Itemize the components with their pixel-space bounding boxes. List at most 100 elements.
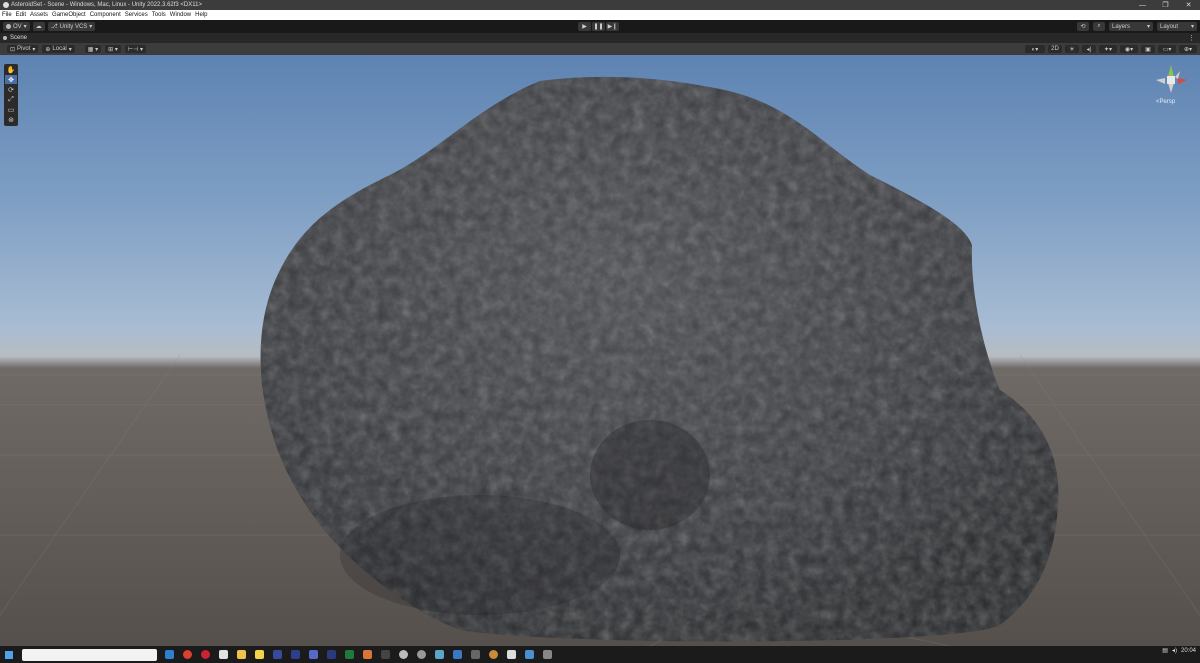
more-options-icon[interactable]: ⋮	[1188, 34, 1195, 42]
app-icon[interactable]	[219, 650, 228, 659]
perspective-label[interactable]: <Persp	[1156, 99, 1175, 105]
scene-camera-button[interactable]: ▣	[1141, 45, 1155, 53]
camera-icon: ▣	[1145, 46, 1151, 53]
menu-file[interactable]: File	[2, 12, 12, 18]
maximize-button[interactable]: ❐	[1154, 0, 1177, 10]
globe-icon: ⊕▾	[1183, 46, 1193, 53]
clock[interactable]: 20:04	[1181, 648, 1196, 654]
orientation-gizmo[interactable]: <Persp	[1150, 61, 1192, 109]
tab-scene[interactable]: Scene	[10, 35, 27, 41]
app-icon[interactable]	[273, 650, 282, 659]
ruler-icon: ⊢⊣ ▾	[127, 46, 143, 53]
folder-icon[interactable]	[237, 650, 246, 659]
mode-2d-label: 2D	[1051, 46, 1059, 52]
menu-edit[interactable]: Edit	[16, 12, 26, 18]
start-button[interactable]	[0, 646, 18, 663]
chevron-down-icon: ▾	[1190, 24, 1194, 30]
layers-dropdown[interactable]: Layers ▾	[1109, 22, 1153, 31]
taskbar-apps	[165, 650, 552, 659]
minimize-button[interactable]: —	[1131, 0, 1154, 10]
menu-assets[interactable]: Assets	[30, 12, 48, 18]
layout-dropdown[interactable]: Layout ▾	[1157, 22, 1197, 31]
gizmos-dropdown[interactable]: ▭▾	[1158, 45, 1176, 53]
playback-controls: ▶ ❚❚ ▶❙	[578, 22, 619, 31]
audio-toggle[interactable]: ◂)	[1082, 45, 1096, 53]
search-icon: ⌕	[1097, 23, 1101, 29]
local-dropdown[interactable]: ⊕ Local ▾	[42, 45, 75, 53]
menu-gameobject[interactable]: GameObject	[52, 12, 86, 18]
play-icon: ▶	[582, 24, 587, 30]
snap-icon: ⊞ ▾	[108, 46, 118, 53]
pivot-dropdown[interactable]: ⊡ Pivot ▾	[7, 45, 39, 53]
menu-component[interactable]: Component	[90, 12, 121, 18]
scene-tab-bar: Scene ⋮	[0, 33, 1200, 43]
scale-tool-icon[interactable]: ⤢	[5, 95, 17, 104]
account-icon	[6, 24, 11, 29]
volume-icon[interactable]: ◂)	[1172, 647, 1177, 654]
effects-icon: ✦▾	[1103, 46, 1113, 53]
unity-taskbar-icon[interactable]	[525, 650, 534, 659]
main-toolbar: OV ▾ ☁ ⎇ Unity VCS ▾ ▶ ❚❚ ▶❙ ⟲ ⌕ Layers …	[0, 20, 1200, 33]
local-label: Local	[52, 46, 67, 52]
network-icon[interactable]: ▤	[1162, 647, 1168, 654]
draw-mode-dropdown[interactable]: ◐▾	[1025, 45, 1045, 53]
increment-snap[interactable]: ⊢⊣ ▾	[124, 45, 146, 53]
cloud-button[interactable]: ☁	[32, 22, 45, 31]
hand-tool-icon[interactable]: ✋	[5, 65, 17, 74]
app-icon[interactable]	[381, 650, 390, 659]
toggle-2d-button[interactable]: 2D	[1048, 45, 1062, 53]
history-icon: ⟲	[1080, 24, 1086, 30]
menu-window[interactable]: Window	[170, 12, 191, 18]
move-tool-icon[interactable]: ✥	[5, 75, 17, 84]
play-button[interactable]: ▶	[578, 22, 591, 31]
account-button[interactable]: OV ▾	[3, 22, 30, 31]
app-icon[interactable]	[471, 650, 480, 659]
scene-viewport[interactable]: ✋ ✥ ⟳ ⤢ ▭ ⊛ <Persp	[0, 55, 1200, 646]
app-icon[interactable]	[507, 650, 516, 659]
vcs-icon: ⎇	[50, 24, 58, 30]
tools-overlay-dropdown[interactable]: ⊕▾	[1179, 45, 1197, 53]
close-button[interactable]: ✕	[1177, 0, 1200, 10]
menu-tools[interactable]: Tools	[152, 12, 166, 18]
taskbar-search-box[interactable]	[22, 648, 157, 661]
app-icon[interactable]	[327, 650, 336, 659]
rotate-tool-icon[interactable]: ⟳	[5, 85, 17, 94]
step-button[interactable]: ▶❙	[606, 22, 619, 31]
chrome-icon[interactable]	[183, 650, 192, 659]
layers-label: Layers	[1112, 23, 1131, 30]
grid-toggle[interactable]: ▦ ▾	[84, 45, 102, 53]
app-icon[interactable]	[435, 650, 444, 659]
account-label: OV	[13, 23, 22, 30]
app-icon[interactable]	[489, 650, 498, 659]
app-icon[interactable]	[255, 650, 264, 659]
opera-icon[interactable]	[201, 650, 210, 659]
snap-toggle[interactable]: ⊞ ▾	[105, 45, 121, 53]
visibility-dropdown[interactable]: ◉▾	[1120, 45, 1138, 53]
app-icon[interactable]	[363, 650, 372, 659]
menu-help[interactable]: Help	[195, 12, 207, 18]
menu-services[interactable]: Services	[125, 12, 148, 18]
pivot-label: Pivot	[17, 46, 31, 52]
chevron-down-icon: ▾	[68, 46, 72, 53]
app-icon[interactable]	[453, 650, 462, 659]
search-button[interactable]: ⌕	[1093, 22, 1105, 31]
effects-dropdown[interactable]: ✦▾	[1099, 45, 1117, 53]
chevron-down-icon: ▾	[32, 46, 36, 53]
pause-button[interactable]: ❚❚	[592, 22, 605, 31]
app-icon[interactable]	[345, 650, 354, 659]
app-icon[interactable]	[543, 650, 552, 659]
app-icon[interactable]	[417, 650, 426, 659]
vcs-button[interactable]: ⎇ Unity VCS ▾	[47, 22, 96, 31]
app-icon[interactable]	[291, 650, 300, 659]
transform-tool-icon[interactable]: ⊛	[5, 115, 17, 124]
history-button[interactable]: ⟲	[1077, 22, 1089, 31]
toolbar-right: ⟲ ⌕ Layers ▾ Layout ▾	[1077, 22, 1197, 31]
cloud-icon: ☁	[35, 24, 42, 30]
app-icon[interactable]	[399, 650, 408, 659]
edge-icon[interactable]	[165, 650, 174, 659]
menu-bar: File Edit Assets GameObject Component Se…	[0, 10, 1200, 20]
lighting-toggle[interactable]: ☀	[1065, 45, 1079, 53]
app-icon[interactable]	[309, 650, 318, 659]
gizmos-icon: ▭▾	[1162, 46, 1172, 53]
rect-tool-icon[interactable]: ▭	[5, 105, 17, 114]
